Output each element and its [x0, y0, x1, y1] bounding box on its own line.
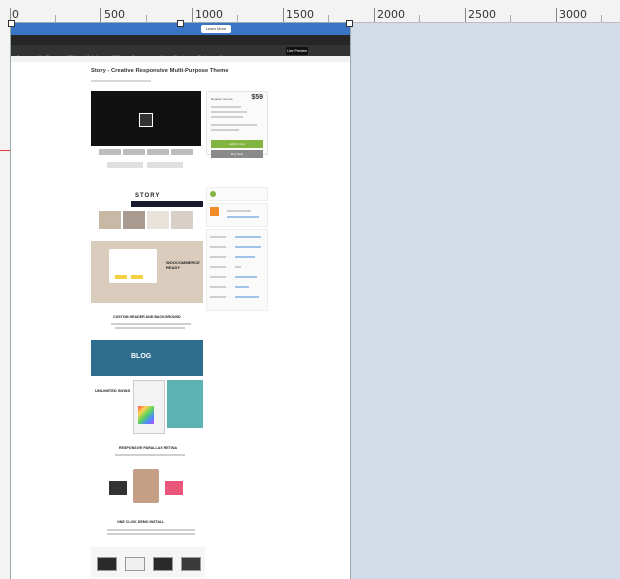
- elite-author-block: [206, 187, 268, 201]
- demo-install-heading: ONE CLICK DEMO INSTALL: [117, 520, 165, 524]
- resize-handle[interactable]: [177, 20, 184, 27]
- story-banner: STORY: [91, 191, 203, 211]
- screenshot-thumb: [99, 211, 121, 229]
- share-button[interactable]: [147, 162, 183, 168]
- demo-thumb[interactable]: [125, 557, 145, 571]
- action-buttons: [107, 162, 187, 169]
- resize-handle[interactable]: [346, 20, 353, 27]
- preview-tab[interactable]: [147, 149, 169, 155]
- blog-image: BLOG: [91, 340, 203, 376]
- blog-word: BLOG: [131, 353, 152, 360]
- woocommerce-title: WOOCOMMERCE READY: [166, 260, 200, 270]
- banner-button[interactable]: Learn More: [201, 25, 231, 33]
- subtitle-line: [91, 80, 151, 82]
- screenshot-thumb: [171, 211, 193, 229]
- story-dark-bar: [131, 201, 203, 207]
- ruler-label-2500: 2500: [468, 8, 496, 21]
- screenshot-thumb: [123, 211, 145, 229]
- woocommerce-image: [91, 241, 203, 303]
- screenshot-thumb: [147, 211, 169, 229]
- item-details-table: [206, 229, 268, 311]
- price: $59: [251, 94, 263, 101]
- product-hero-image[interactable]: [91, 91, 201, 146]
- preview-tab[interactable]: [99, 149, 121, 155]
- ruler-label-2000: 2000: [377, 8, 405, 21]
- preview-tab[interactable]: [123, 149, 145, 155]
- responsive-heading: RESPONSIVE PARALLAX RETINA: [119, 446, 178, 450]
- custom-header-heading: CUSTOM HEADER AND BACKGROUND: [113, 315, 181, 319]
- product-title: Story - Creative Responsive Multi-Purpos…: [91, 68, 229, 74]
- live-preview-tooltip: Live Preview: [286, 47, 308, 55]
- demo-thumbnails: [91, 547, 205, 577]
- favorite-button[interactable]: [107, 162, 143, 168]
- ruler-label-500: 500: [104, 8, 125, 21]
- buy-now-button[interactable]: Buy Now: [211, 150, 263, 158]
- preview-tabs: [99, 149, 197, 157]
- add-to-cart-button[interactable]: Add to Cart: [211, 140, 263, 148]
- breadcrumb: [11, 56, 350, 62]
- demo-thumb[interactable]: [97, 557, 117, 571]
- canvas-page[interactable]: Learn More Envato WordPress HTML Marketi…: [11, 23, 350, 579]
- preview-tab[interactable]: [171, 149, 193, 155]
- skins-label: UNLIMITED SKINS: [95, 388, 131, 393]
- skins-image: UNLIMITED SKINS: [91, 376, 203, 434]
- price-box: Regular License $59 Add to Cart Buy Now: [206, 91, 268, 158]
- horizontal-ruler[interactable]: 0 500 1000 1500 2000 2500 3000: [0, 0, 620, 23]
- screenshot-row: [99, 211, 195, 233]
- resize-handle[interactable]: [8, 20, 15, 27]
- demo-thumb[interactable]: [153, 557, 173, 571]
- color-palette: [138, 406, 154, 424]
- author-block: [206, 203, 268, 227]
- story-word: STORY: [135, 193, 161, 199]
- ruler-label-3000: 3000: [559, 8, 587, 21]
- demo-thumb[interactable]: [181, 557, 201, 571]
- story-logo-icon: [139, 113, 153, 127]
- license-label[interactable]: Regular License: [211, 97, 233, 101]
- ruler-label-1500: 1500: [286, 8, 314, 21]
- author-avatar[interactable]: [210, 207, 219, 216]
- vertical-ruler[interactable]: [0, 22, 11, 579]
- device-mockups: [99, 469, 195, 507]
- ruler-label-1000: 1000: [195, 8, 223, 21]
- top-bar: [11, 35, 350, 45]
